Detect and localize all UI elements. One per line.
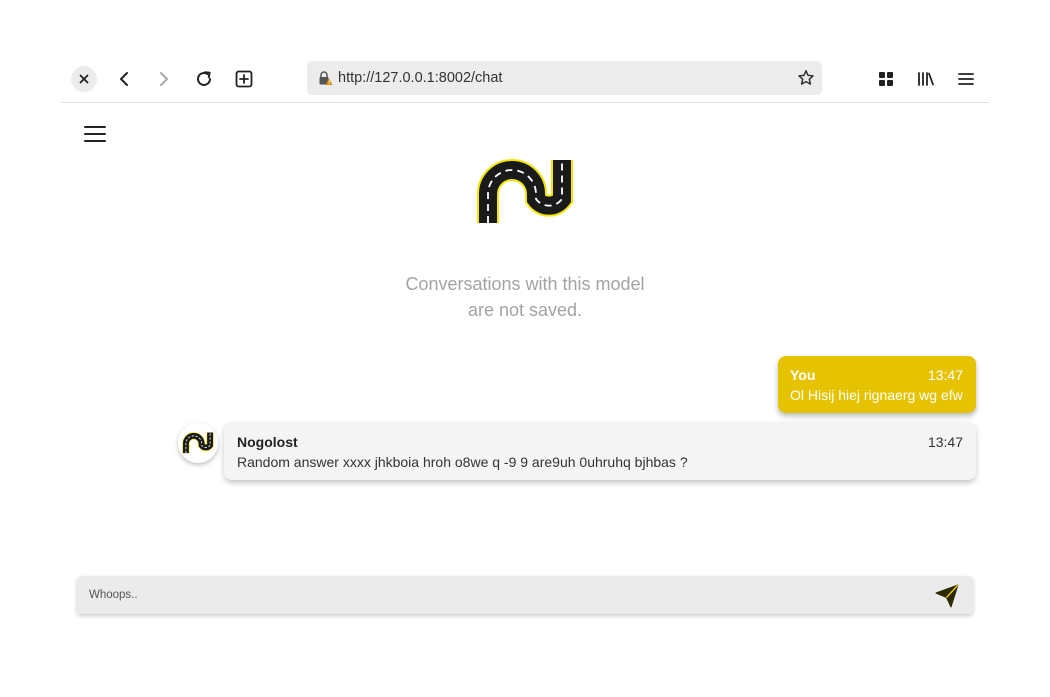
message-sender: Nogolost (237, 434, 298, 450)
bot-message: Nogolost 13:47 Random answer xxxx jhkboi… (224, 422, 976, 480)
back-button[interactable] (109, 64, 139, 94)
message-input[interactable] (77, 576, 917, 614)
library-icon (918, 72, 934, 86)
app-logo (476, 159, 574, 225)
new-tab-button[interactable] (229, 64, 259, 94)
message-time: 13:47 (927, 434, 963, 450)
library-button[interactable] (911, 64, 941, 94)
notice-line-2: are not saved. (467, 300, 583, 320)
message-composer (77, 576, 973, 614)
lock-warning-icon (319, 71, 333, 85)
reload-icon (197, 71, 211, 86)
close-button[interactable] (69, 64, 99, 94)
forward-button[interactable] (149, 64, 179, 94)
message-text: Random answer xxxx jhkboia hroh o8we q -… (237, 454, 688, 470)
road-logo-icon (182, 432, 214, 454)
user-message: You 13:47 Ol Hisij hiej rignaerg wg efw (778, 356, 976, 413)
message-time: 13:47 (927, 367, 963, 383)
new-tab-icon (235, 70, 253, 88)
forward-icon (160, 72, 168, 86)
send-icon (935, 584, 959, 608)
address-bar[interactable]: http://127.0.0.1:8002/chat (307, 61, 822, 95)
close-icon (71, 66, 97, 92)
message-sender: You (790, 367, 816, 383)
notice-text: Conversations with this model are not sa… (380, 271, 670, 323)
menu-icon (958, 73, 974, 85)
send-button[interactable] (933, 583, 961, 609)
avatar (178, 423, 218, 463)
extensions-grid-icon (879, 72, 893, 86)
notice-line-1: Conversations with this model (405, 274, 645, 294)
reload-button[interactable] (189, 64, 219, 94)
extensions-button[interactable] (871, 64, 901, 94)
hamburger-icon (84, 126, 106, 142)
sidebar-toggle-button[interactable] (84, 125, 106, 143)
url-text: http://127.0.0.1:8002/chat (338, 70, 503, 86)
road-logo-icon (477, 159, 573, 223)
back-icon (120, 72, 128, 86)
message-text: Ol Hisij hiej rignaerg wg efw (790, 387, 963, 403)
bookmark-star-icon[interactable] (797, 69, 815, 87)
browser-menu-button[interactable] (951, 64, 981, 94)
browser-toolbar: http://127.0.0.1:8002/chat (61, 56, 989, 103)
